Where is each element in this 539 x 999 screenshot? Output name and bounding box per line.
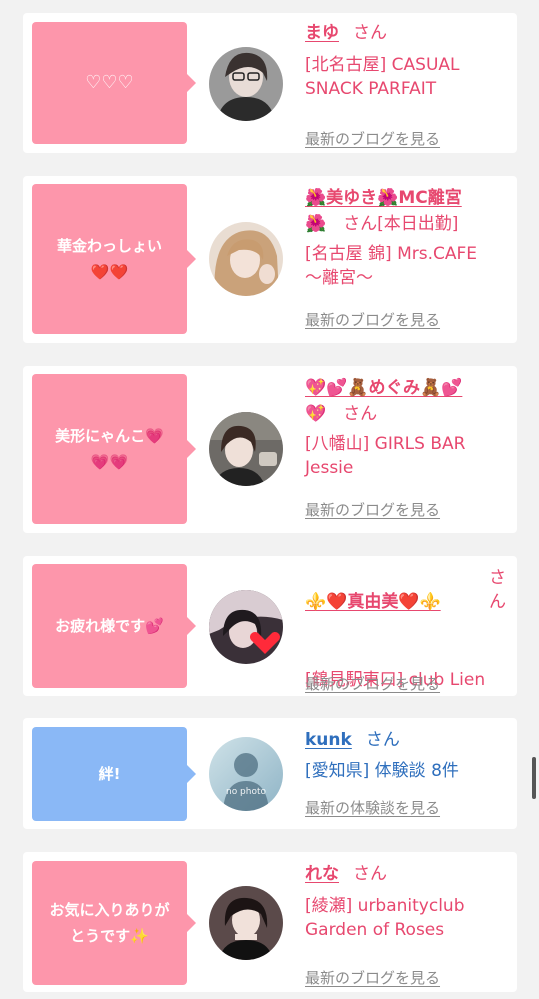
message-bubble: 絆! — [32, 727, 196, 821]
avatar[interactable] — [209, 47, 283, 121]
message-bubble: 美形にゃんこ💗 💗💗 — [32, 374, 196, 524]
message-bubble: お気に入りありが とうです✨ — [32, 861, 196, 985]
honorific: さ ん — [489, 568, 506, 612]
entry-info: 🌺美ゆき🌺MC離宮 🌺 さん[本日出勤] [名古屋 錦] Mrs.CAFE 〜離… — [305, 186, 510, 336]
review-card: 絆! no photo kunk さん [愛知県] 体験談 8件 最新の体験談を見… — [23, 718, 517, 829]
scrollbar-thumb[interactable] — [532, 757, 536, 799]
blog-link[interactable]: 最新のブログを見る — [305, 309, 440, 330]
shop-name: [綾瀬] urbanityclub Garden of Roses — [305, 896, 465, 940]
entry-info: ⚜️❤️真由美❤️⚜️ さ ん [鶴見駅東口] club Lien 最新のブログ… — [305, 566, 510, 693]
message-text: 絆! — [98, 765, 121, 783]
entry-info: kunk さん [愛知県] 体験談 8件 最新の体験談を見る — [305, 728, 510, 824]
honorific: さん — [353, 864, 387, 884]
shop-name: [愛知県] 体験談 8件 — [305, 761, 459, 781]
message-text: 美形にゃんこ💗 💗💗 — [55, 427, 164, 471]
message-text: 華金わっしょい ❤️❤️ — [56, 237, 162, 281]
no-photo-label: no photo — [225, 787, 267, 797]
honorific: さん — [365, 730, 400, 750]
message-bubble: 華金わっしょい ❤️❤️ — [32, 184, 196, 334]
message-text: お疲れ様です💕 — [55, 617, 164, 635]
message-text: お気に入りありが とうです✨ — [49, 901, 170, 945]
avatar[interactable] — [209, 222, 283, 296]
review-card: お気に入りありが とうです✨ れな さん [綾瀬] urbanityclub Ga… — [23, 852, 517, 992]
entry-info: れな さん [綾瀬] urbanityclub Garden of Roses 最… — [305, 862, 510, 988]
avatar[interactable] — [209, 886, 283, 960]
avatar[interactable] — [209, 412, 283, 486]
entry-info: 💖💕🧸めぐみ🧸💕 💖 さん [八幡山] GIRLS BAR Jessie 最新の… — [305, 376, 510, 526]
review-card: お疲れ様です💕 ⚜️❤️真由美❤️⚜️ さ ん [鶴見駅東口] club Lie… — [23, 556, 517, 696]
blog-link[interactable]: 最新のブログを見る — [305, 967, 440, 988]
message-text: ♡♡♡ — [85, 72, 134, 93]
user-name-link[interactable]: kunk — [305, 730, 352, 750]
honorific: 🌺 さん[本日出勤] — [305, 214, 459, 234]
user-name-link[interactable]: ⚜️❤️真由美❤️⚜️ — [305, 592, 441, 612]
avatar[interactable] — [209, 590, 283, 664]
user-name-link[interactable]: 🌺美ゆき🌺MC離宮 — [305, 188, 462, 208]
review-card: 華金わっしょい ❤️❤️ 🌺美ゆき🌺MC離宮 🌺 さん[本日出勤] [名古屋 錦… — [23, 176, 517, 343]
honorific: 💖 さん — [305, 404, 378, 424]
blog-link[interactable]: 最新のブログを見る — [305, 673, 440, 694]
review-card: 美形にゃんこ💗 💗💗 💖💕🧸めぐみ🧸💕 💖 さん [八幡山] GIRLS BAR… — [23, 366, 517, 533]
review-card: ♡♡♡ まゆ さん [北名古屋] CASUAL SNACK PARFAIT 最新の… — [23, 13, 517, 153]
user-name-link[interactable]: 💖💕🧸めぐみ🧸💕 — [305, 378, 462, 398]
entry-info: まゆ さん [北名古屋] CASUAL SNACK PARFAIT 最新のブログを… — [305, 21, 510, 149]
review-link[interactable]: 最新の体験談を見る — [305, 797, 440, 818]
blog-link[interactable]: 最新のブログを見る — [305, 128, 440, 149]
message-bubble: お疲れ様です💕 — [32, 564, 196, 688]
shop-name: [北名古屋] CASUAL SNACK PARFAIT — [305, 55, 460, 99]
avatar[interactable]: no photo — [209, 737, 283, 811]
shop-name: [名古屋 錦] Mrs.CAFE 〜離宮〜 — [305, 244, 478, 288]
user-name-link[interactable]: れな — [305, 864, 339, 884]
honorific: さん — [353, 23, 387, 43]
user-name-link[interactable]: まゆ — [305, 23, 339, 43]
blog-link[interactable]: 最新のブログを見る — [305, 499, 440, 520]
message-bubble: ♡♡♡ — [32, 22, 196, 144]
shop-name: [八幡山] GIRLS BAR Jessie — [305, 434, 466, 478]
